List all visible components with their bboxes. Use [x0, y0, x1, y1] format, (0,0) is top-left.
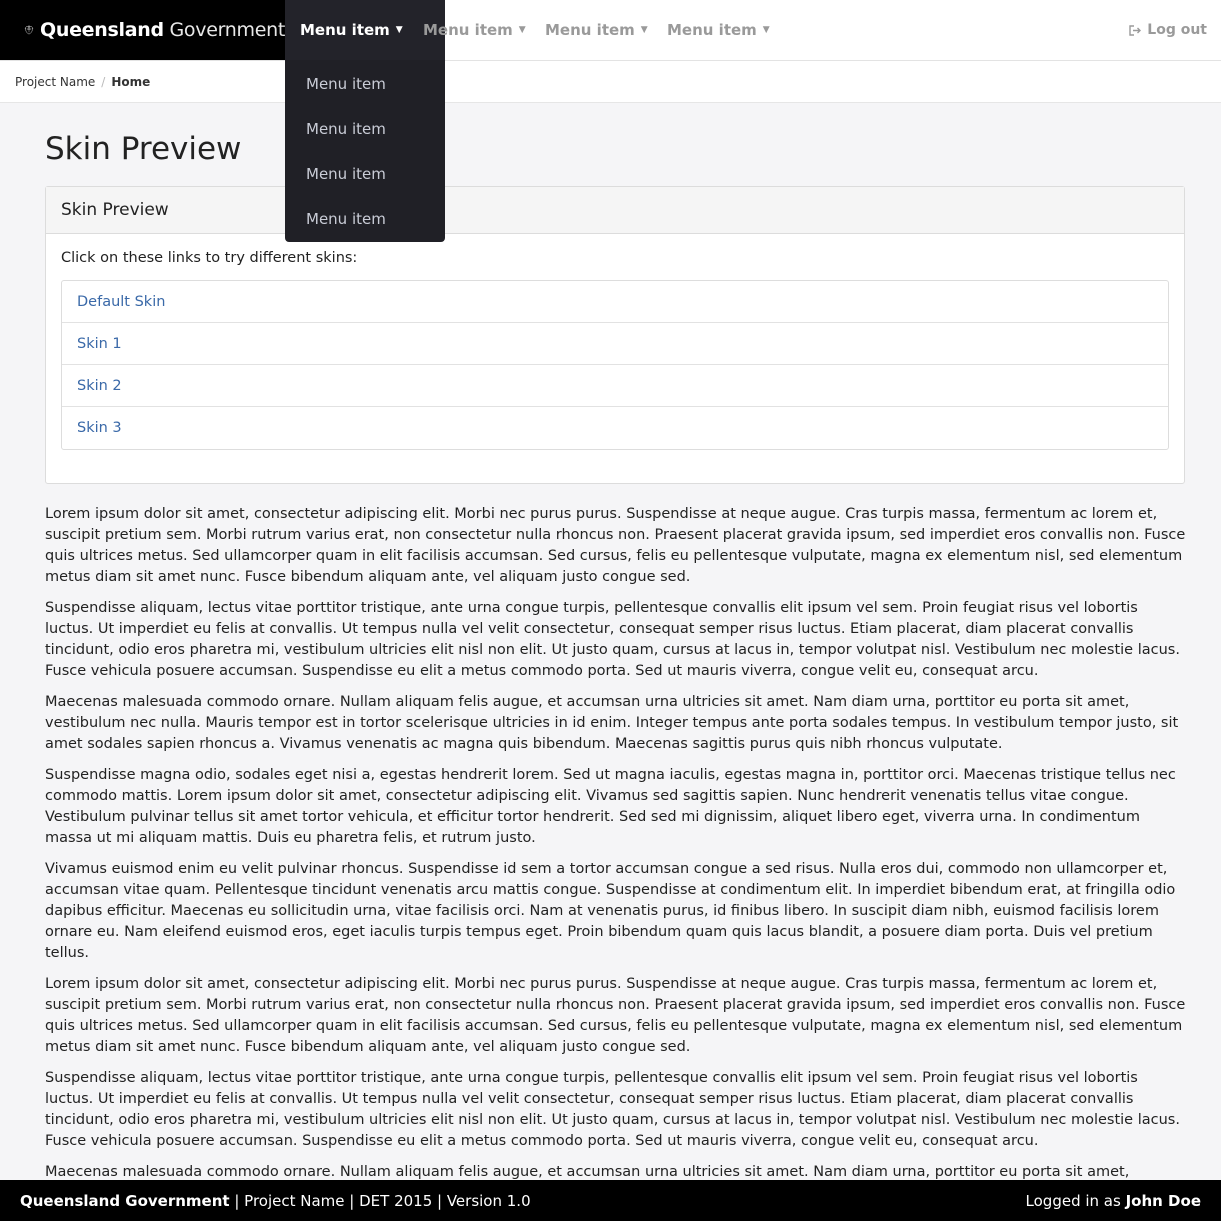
content-paragraph: Suspendisse magna odio, sodales eget nis… — [45, 767, 1176, 846]
content-paragraph: Vivamus euismod enim eu velit pulvinar r… — [45, 861, 1176, 961]
nav-menu-item-3[interactable]: Menu item ▼ — [530, 0, 663, 60]
dropdown-item-2[interactable]: Menu item — [285, 106, 445, 151]
nav-dropdown-menu: Menu item Menu item Menu item Menu item — [285, 60, 445, 242]
breadcrumb: Project Name / Home — [0, 61, 1221, 103]
brand-name-light: Government — [169, 19, 286, 41]
caret-down-icon: ▼ — [762, 25, 770, 35]
nav-menu-item-label: Menu item — [545, 21, 635, 39]
footer-logged-in-label: Logged in as — [1025, 1191, 1126, 1210]
footer-user-name: John Doe — [1125, 1191, 1201, 1210]
content-paragraph: Suspendisse aliquam, lectus vitae portti… — [45, 600, 1180, 679]
nav-menu-item-label: Menu item — [667, 21, 757, 39]
nav-menu-item-2[interactable]: Menu item ▼ — [408, 0, 541, 60]
content-paragraph: Lorem ipsum dolor sit amet, consectetur … — [45, 506, 1186, 585]
panel-intro-text: Click on these links to try different sk… — [61, 250, 358, 266]
footer-right: Logged in as John Doe — [1026, 1192, 1201, 1210]
content-paragraph: Suspendisse aliquam, lectus vitae portti… — [45, 1070, 1180, 1149]
content-paragraph: Lorem ipsum dolor sit amet, consectetur … — [45, 976, 1186, 1055]
brand-name-bold: Queensland — [40, 19, 164, 41]
page-title: Skin Preview — [45, 131, 242, 167]
main-content: Lorem ipsum dolor sit amet, consectetur … — [45, 504, 1187, 1180]
skin-preview-panel: Skin Preview Click on these links to try… — [45, 186, 1185, 484]
skin-link-2[interactable]: Skin 2 — [62, 365, 1168, 407]
caret-down-icon: ▼ — [395, 25, 403, 35]
caret-down-icon: ▼ — [640, 25, 648, 35]
dropdown-item-1[interactable]: Menu item — [285, 61, 445, 106]
skin-link-3[interactable]: Skin 3 — [62, 407, 1168, 449]
footer-project-info: | Project Name | DET 2015 | Version 1.0 — [229, 1191, 531, 1210]
logout-label: Log out — [1147, 22, 1207, 38]
nav-menu-item-label: Menu item — [423, 21, 513, 39]
breadcrumb-current: Home — [111, 74, 151, 89]
content-paragraph: Maecenas malesuada commodo ornare. Nulla… — [45, 694, 1179, 752]
top-navbar: Queensland Government Menu item ▼ Menu i… — [0, 0, 1221, 61]
nav-menu-item-label: Menu item — [300, 21, 390, 39]
caret-down-icon: ▼ — [518, 25, 526, 35]
content-paragraph: Maecenas malesuada commodo ornare. Nulla… — [45, 1164, 1130, 1180]
nav-menu-item-4[interactable]: Menu item ▼ — [652, 0, 785, 60]
dropdown-item-4[interactable]: Menu item — [285, 196, 445, 241]
footer-org-name: Queensland Government — [20, 1191, 230, 1210]
crest-logo — [24, 25, 34, 35]
breadcrumb-project-link[interactable]: Project Name — [15, 75, 95, 89]
logout-link[interactable]: Log out — [1129, 0, 1207, 60]
skin-link-default[interactable]: Default Skin — [62, 281, 1168, 323]
skin-link-list: Default Skin Skin 1 Skin 2 Skin 3 — [61, 280, 1169, 450]
footer-bar: Queensland Government | Project Name | D… — [0, 1180, 1221, 1221]
skin-link-1[interactable]: Skin 1 — [62, 323, 1168, 365]
breadcrumb-separator: / — [101, 74, 106, 89]
panel-heading: Skin Preview — [46, 187, 1184, 234]
brand-logo-link[interactable]: Queensland Government — [0, 0, 285, 60]
dropdown-item-3[interactable]: Menu item — [285, 151, 445, 196]
footer-left: Queensland Government | Project Name | D… — [20, 1192, 531, 1210]
sign-out-icon — [1129, 24, 1142, 36]
